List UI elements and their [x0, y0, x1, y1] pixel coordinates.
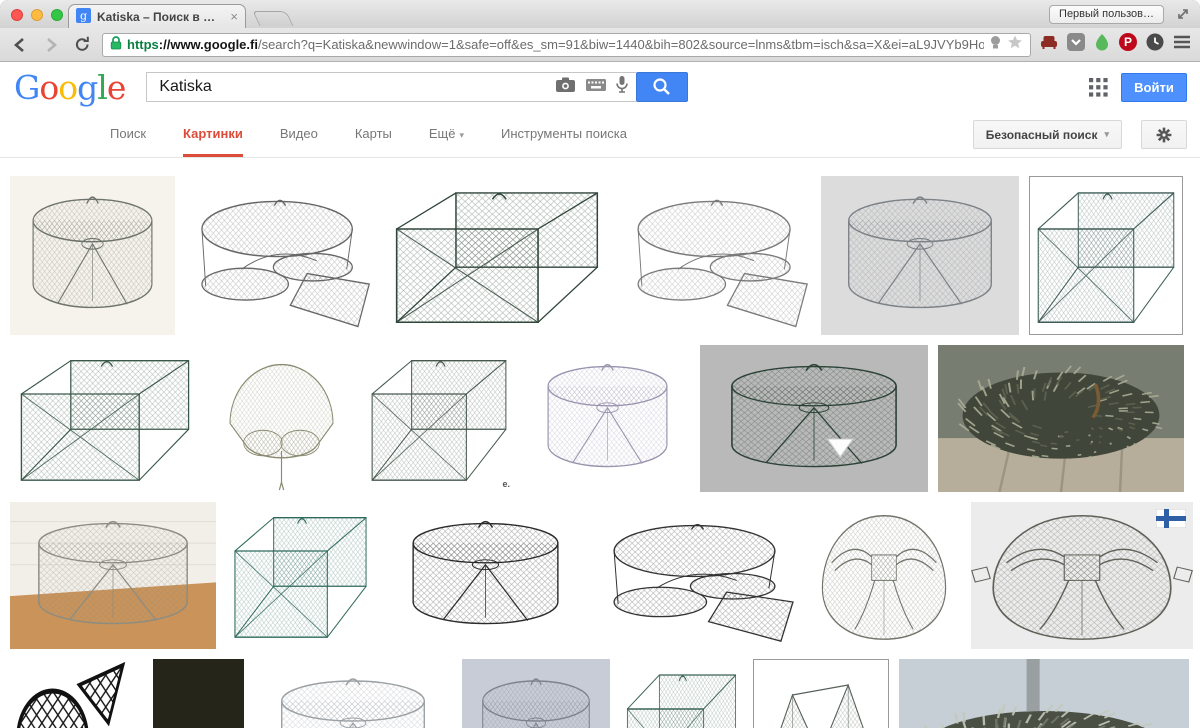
reload-button[interactable] [71, 34, 93, 56]
nav-tab-search[interactable]: Поиск [110, 126, 146, 157]
image-result[interactable] [821, 176, 1019, 335]
browser-window: g Katiska – Поиск в Google × Первый поль… [0, 0, 1200, 728]
nav-tab-maps[interactable]: Карты [355, 126, 392, 157]
history-clock-extension-icon[interactable] [1146, 33, 1164, 56]
voice-search-mic-icon[interactable] [616, 76, 628, 99]
window-controls [11, 9, 63, 21]
image-result[interactable] [596, 502, 797, 649]
image-result[interactable] [385, 502, 586, 649]
image-result[interactable] [210, 345, 353, 492]
nav-tab-videos[interactable]: Видео [280, 126, 318, 157]
search-by-image-camera-icon[interactable] [556, 77, 576, 97]
image-result[interactable] [254, 659, 452, 728]
results-row [10, 176, 1200, 335]
logo-letter: l [97, 68, 107, 107]
svg-text:P: P [1124, 35, 1132, 49]
image-result[interactable] [10, 659, 143, 728]
fullscreen-icon[interactable] [1176, 7, 1190, 26]
image-result[interactable]: e. [363, 345, 515, 492]
tab-title: Katiska – Поиск в Google [97, 10, 224, 24]
image-result[interactable] [185, 176, 373, 335]
search-input[interactable] [157, 77, 546, 97]
finnish-flag-icon [1156, 509, 1186, 528]
browser-toolbar: https://www.google.fi/search?q=Katiska&n… [0, 28, 1200, 62]
image-result[interactable] [226, 502, 375, 649]
https-lock-icon [110, 35, 122, 55]
results-row [10, 502, 1200, 649]
image-watermark: e. [502, 479, 510, 489]
chevron-down-icon: ▾ [459, 130, 464, 140]
image-result[interactable] [700, 345, 928, 492]
svg-text:g: g [80, 9, 87, 22]
logo-letter: e [107, 68, 126, 107]
zoom-window-button[interactable] [51, 9, 63, 21]
logo-letter: g [77, 68, 97, 107]
gear-icon [1155, 126, 1173, 144]
pinterest-extension-icon[interactable]: P [1119, 33, 1137, 56]
image-result[interactable] [1029, 176, 1183, 335]
extension-icons: P [1040, 33, 1191, 56]
url-text: https://www.google.fi/search?q=Katiska&n… [127, 37, 984, 52]
results-row: e. [10, 345, 1200, 492]
profile-switcher-button[interactable]: Первый пользов… [1049, 5, 1164, 24]
search-button[interactable] [636, 72, 688, 102]
logo-letter: o [58, 68, 77, 107]
image-results-grid: e. [0, 158, 1200, 728]
results-row [10, 659, 1200, 728]
green-drop-extension-icon[interactable] [1094, 33, 1110, 56]
google-header: Google Войти [0, 62, 1200, 112]
page-action-lamp-icon[interactable] [989, 35, 1002, 55]
image-result[interactable] [10, 502, 216, 649]
image-result[interactable] [938, 345, 1184, 492]
bookmark-star-icon[interactable] [1007, 34, 1023, 55]
url-host: ://www.google.fi [159, 37, 258, 52]
close-window-button[interactable] [11, 9, 23, 21]
pocket-extension-icon[interactable] [1067, 33, 1085, 56]
menu-hamburger-icon[interactable] [1173, 35, 1191, 54]
armchair-extension-icon[interactable] [1040, 34, 1058, 55]
google-logo[interactable]: Google [14, 71, 125, 104]
image-result[interactable] [10, 176, 175, 335]
logo-letter: o [39, 68, 58, 107]
nav-tab-images[interactable]: Картинки [183, 126, 243, 157]
sign-in-button[interactable]: Войти [1121, 73, 1187, 102]
new-tab-button[interactable] [253, 11, 294, 26]
image-result[interactable] [753, 659, 889, 728]
minimize-window-button[interactable] [31, 9, 43, 21]
nav-tab-search-tools[interactable]: Инструменты поиска [501, 126, 627, 157]
forward-button[interactable] [40, 34, 62, 56]
keyboard-icon[interactable] [586, 78, 606, 96]
logo-letter: G [14, 68, 39, 107]
address-bar[interactable]: https://www.google.fi/search?q=Katiska&n… [102, 33, 1031, 57]
back-button[interactable] [9, 34, 31, 56]
url-path: /search?q=Katiska&newwindow=1&safe=off&e… [258, 37, 984, 52]
nav-tab-more[interactable]: Ещё▾ [429, 126, 464, 157]
image-result[interactable] [383, 176, 611, 335]
image-result[interactable] [971, 502, 1193, 649]
image-result[interactable] [10, 345, 200, 492]
safesearch-button[interactable]: Безопасный поиск ▾ [973, 120, 1122, 149]
image-result[interactable] [620, 659, 743, 728]
image-result[interactable] [525, 345, 690, 492]
chevron-down-icon: ▾ [1104, 129, 1109, 140]
title-bar: g Katiska – Поиск в Google × Первый поль… [0, 0, 1200, 28]
image-result[interactable] [621, 176, 811, 335]
browser-tab[interactable]: g Katiska – Поиск в Google × [68, 4, 246, 28]
tab-close-icon[interactable]: × [230, 10, 238, 23]
safesearch-label: Безопасный поиск [986, 128, 1098, 142]
image-result[interactable] [153, 659, 244, 728]
url-scheme: https [127, 37, 159, 52]
google-apps-grid-icon[interactable] [1089, 78, 1108, 102]
image-result[interactable] [899, 659, 1189, 728]
results-nav: Поиск Картинки Видео Карты Ещё▾ Инструменты п… [0, 112, 1200, 158]
image-result[interactable] [462, 659, 610, 728]
settings-gear-button[interactable] [1141, 120, 1187, 149]
tab-favicon-icon: g [76, 8, 91, 26]
image-result[interactable] [807, 502, 961, 649]
search-box [146, 72, 636, 102]
